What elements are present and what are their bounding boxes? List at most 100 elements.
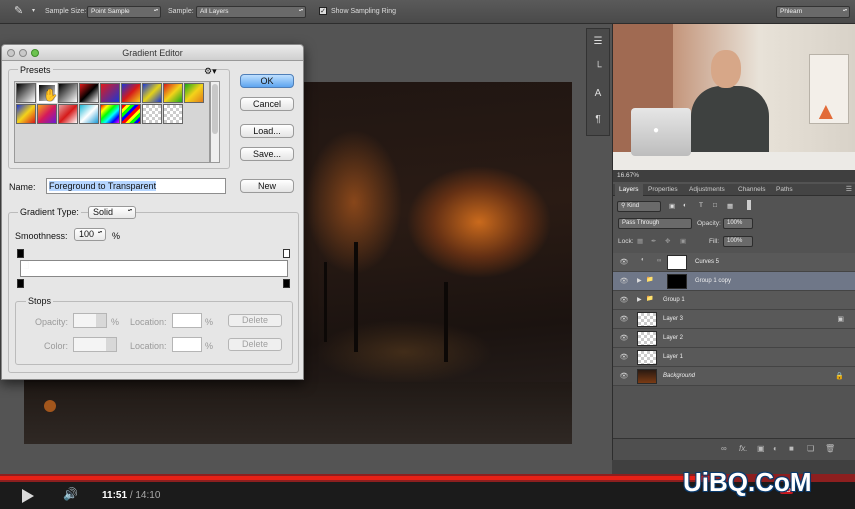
close-icon[interactable] xyxy=(7,49,15,57)
sample-size-select[interactable]: Point Sample xyxy=(87,6,161,18)
layer-row[interactable]: 👁 Background 🔒 xyxy=(613,367,855,386)
preset-swatch[interactable] xyxy=(163,104,183,124)
visibility-eye-icon[interactable]: 👁 xyxy=(617,296,631,304)
gradient-type-select[interactable]: Solid xyxy=(88,206,136,219)
tab-channels[interactable]: Channels xyxy=(734,184,769,196)
lock-all-icon[interactable]: ▣ xyxy=(680,237,686,245)
filter-toggle[interactable] xyxy=(747,200,751,210)
visibility-eye-icon[interactable]: 👁 xyxy=(617,353,631,361)
load-button[interactable]: Load... xyxy=(240,124,294,138)
presets-scrollbar[interactable] xyxy=(210,81,220,163)
filter-adjustment-icon[interactable]: ◐ xyxy=(683,202,687,209)
lock-pixels-icon[interactable]: ✒ xyxy=(651,237,656,245)
preset-swatch[interactable] xyxy=(121,83,141,103)
filter-shape-icon[interactable]: □ xyxy=(713,202,717,209)
tab-layers[interactable]: Layers xyxy=(615,184,643,196)
color-stop-left[interactable] xyxy=(17,279,24,288)
visibility-eye-icon[interactable]: 👁 xyxy=(617,372,631,380)
dialog-titlebar[interactable]: Gradient Editor xyxy=(2,45,303,61)
play-icon[interactable] xyxy=(22,489,34,503)
preset-swatch[interactable] xyxy=(79,104,99,124)
volume-icon[interactable]: 🔊 xyxy=(63,487,78,501)
opacity-stepper[interactable] xyxy=(96,314,106,327)
save-button[interactable]: Save... xyxy=(240,147,294,161)
new-layer-icon[interactable]: ❏ xyxy=(807,444,814,453)
workspace-select[interactable]: Phlearn xyxy=(776,6,850,18)
color-swatch[interactable] xyxy=(73,337,117,352)
preset-swatch[interactable] xyxy=(184,83,204,103)
preset-swatch[interactable] xyxy=(100,104,120,124)
new-adjustment-icon[interactable]: ◐ xyxy=(773,444,778,453)
preset-swatch[interactable] xyxy=(37,104,57,124)
color-stop-right[interactable] xyxy=(283,279,290,288)
preset-swatch[interactable] xyxy=(142,83,162,103)
presets-gear-icon[interactable]: ⚙▾ xyxy=(204,66,217,77)
tab-properties[interactable]: Properties xyxy=(644,184,682,196)
gradient-name-input[interactable]: Foreground to Transparent xyxy=(46,178,226,194)
lock-transparent-icon[interactable]: ▦ xyxy=(637,237,643,245)
character-icon[interactable]: A xyxy=(587,81,609,107)
expand-arrow-icon[interactable]: ▶ xyxy=(637,277,642,284)
cancel-button[interactable]: Cancel xyxy=(240,97,294,111)
filter-smart-object-icon[interactable]: ▦ xyxy=(727,202,733,210)
minimize-icon[interactable] xyxy=(19,49,27,57)
layer-row[interactable]: 👁 ▶ 📁 Group 1 xyxy=(613,291,855,310)
layer-row[interactable]: 👁 ▶ 📁 Group 1 copy xyxy=(613,272,855,291)
ruler-icon[interactable]: └ xyxy=(587,55,609,81)
filter-pixel-icon[interactable]: ▣ xyxy=(669,202,675,210)
link-layers-icon[interactable]: ∞ xyxy=(721,444,727,453)
layer-row[interactable]: 👁 Layer 2 xyxy=(613,329,855,348)
tool-preset-chevron-icon[interactable]: ▾ xyxy=(32,7,35,14)
filter-kind-select[interactable]: ⚲ Kind xyxy=(617,201,661,212)
preset-swatch[interactable] xyxy=(16,83,36,103)
layer-row[interactable]: 👁 Layer 1 xyxy=(613,348,855,367)
preset-swatch[interactable] xyxy=(16,104,36,124)
opacity-stop-right[interactable] xyxy=(283,249,290,258)
paragraph-icon[interactable]: ¶ xyxy=(587,107,609,133)
smoothness-select[interactable]: 100 xyxy=(74,228,106,241)
opacity-value[interactable]: 100% xyxy=(723,218,753,229)
navigator-zoom[interactable]: 16.67% xyxy=(613,170,855,182)
scrollbar-thumb[interactable] xyxy=(212,84,218,134)
preset-swatch[interactable] xyxy=(163,83,183,103)
add-mask-icon[interactable]: ▣ xyxy=(757,444,765,453)
expand-arrow-icon[interactable]: ▶ xyxy=(637,296,642,303)
gradient-preview-bar[interactable] xyxy=(20,260,288,277)
color-delete-button[interactable]: Delete xyxy=(228,338,282,351)
new-group-icon[interactable]: ■ xyxy=(789,444,794,453)
preset-swatch[interactable] xyxy=(142,104,162,124)
adjust-icon[interactable]: ☰ xyxy=(587,29,609,55)
preset-swatch[interactable] xyxy=(58,83,78,103)
visibility-eye-icon[interactable]: 👁 xyxy=(617,334,631,342)
opacity-stop-left[interactable] xyxy=(17,249,24,258)
opacity-location-input[interactable] xyxy=(172,313,202,328)
color-location-input[interactable] xyxy=(172,337,202,352)
eyedropper-icon[interactable]: ✎ xyxy=(14,4,23,17)
filter-type-icon[interactable]: T xyxy=(699,202,703,209)
layer-row[interactable]: 👁 ◐ ∞ Curves 5 xyxy=(613,253,855,272)
preset-swatch[interactable] xyxy=(79,83,99,103)
opacity-input[interactable] xyxy=(73,313,107,328)
sample-select[interactable]: All Layers xyxy=(196,6,306,18)
show-sampling-ring-checkbox[interactable]: ✓ xyxy=(319,7,327,15)
ok-button[interactable]: OK xyxy=(240,74,294,88)
visibility-eye-icon[interactable]: 👁 xyxy=(617,258,631,266)
blend-mode-select[interactable]: Pass Through xyxy=(618,218,692,229)
panel-menu-icon[interactable]: ☰ xyxy=(846,185,852,193)
opacity-delete-button[interactable]: Delete xyxy=(228,314,282,327)
preset-swatch[interactable] xyxy=(100,83,120,103)
preset-swatch[interactable] xyxy=(121,104,141,124)
layer-row[interactable]: 👁 Layer 3 ▣ xyxy=(613,310,855,329)
preset-swatch[interactable] xyxy=(58,104,78,124)
visibility-eye-icon[interactable]: 👁 xyxy=(617,277,631,285)
lock-position-icon[interactable]: ✥ xyxy=(665,237,670,245)
trash-icon[interactable]: 🗑 xyxy=(825,444,835,453)
fx-icon[interactable]: fx. xyxy=(739,444,747,453)
tab-adjustments[interactable]: Adjustments xyxy=(685,184,729,196)
fill-value[interactable]: 100% xyxy=(723,236,753,247)
new-button[interactable]: New xyxy=(240,179,294,193)
color-picker-chevron-icon[interactable] xyxy=(106,338,116,351)
zoom-icon[interactable] xyxy=(31,49,39,57)
visibility-eye-icon[interactable]: 👁 xyxy=(617,315,631,323)
tab-paths[interactable]: Paths xyxy=(772,184,797,196)
